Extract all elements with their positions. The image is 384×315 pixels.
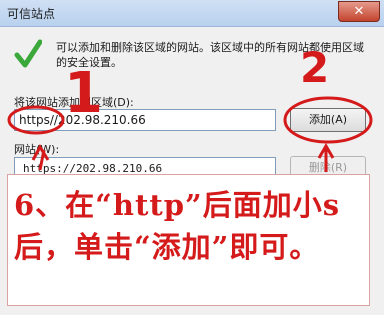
- arrowhead-1: [31, 143, 50, 161]
- input-highlight-circle: [7, 105, 65, 135]
- button-highlight-circle: [283, 96, 373, 144]
- annotation-number-2: 2: [300, 43, 329, 92]
- annotation-number-1: 1: [64, 61, 103, 126]
- annotation-layer: 1 2: [7, 43, 373, 172]
